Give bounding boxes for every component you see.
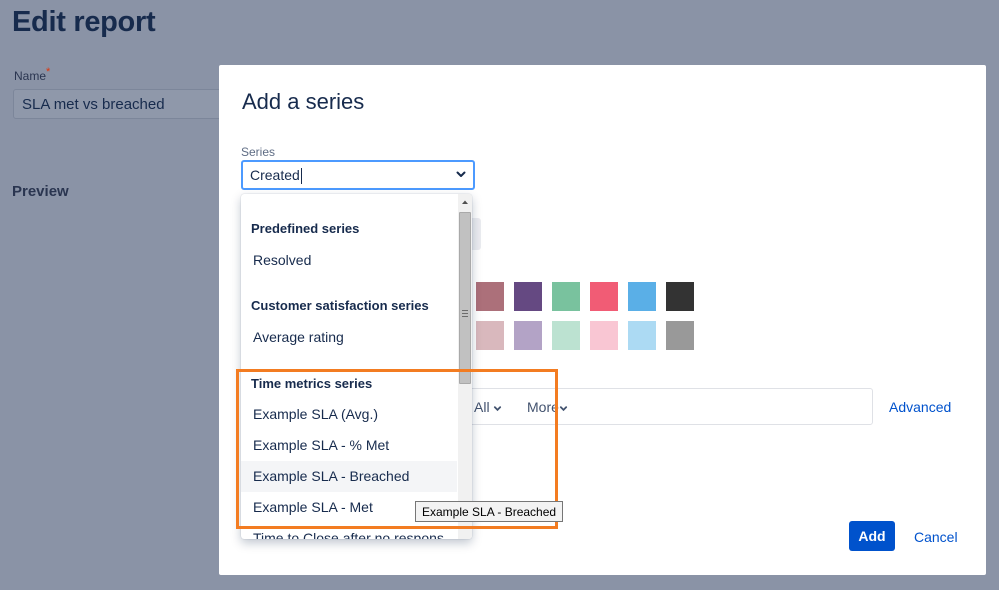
chevron-down-icon — [456, 171, 466, 177]
modal-title: Add a series — [242, 89, 365, 114]
chevron-down-icon — [559, 406, 568, 411]
option-average-rating[interactable]: Average rating — [241, 322, 457, 353]
color-swatch[interactable] — [628, 282, 656, 311]
grip-icon — [462, 310, 468, 319]
cancel-link[interactable]: Cancel — [914, 529, 958, 545]
option-resolved[interactable]: Resolved — [241, 245, 457, 276]
scroll-thumb[interactable] — [459, 212, 471, 384]
tooltip: Example SLA - Breached — [415, 501, 564, 522]
color-swatch[interactable] — [476, 282, 504, 311]
color-swatch[interactable] — [590, 321, 618, 350]
color-swatch[interactable] — [552, 282, 580, 311]
name-label-text: Name — [14, 69, 47, 83]
add-button[interactable]: Add — [849, 521, 895, 551]
name-label: Name* — [14, 66, 51, 83]
series-select-value: Created — [250, 167, 300, 183]
advanced-link[interactable]: Advanced — [889, 399, 951, 415]
required-mark: * — [46, 66, 51, 78]
text-cursor — [300, 168, 302, 185]
group-header-customer-satisfaction: Customer satisfaction series — [251, 298, 429, 313]
color-swatch[interactable] — [514, 321, 542, 350]
series-label: Series — [241, 145, 276, 159]
name-input[interactable]: SLA met vs breached — [13, 89, 253, 119]
series-select[interactable]: Created — [241, 160, 475, 190]
preview-heading: Preview — [12, 183, 69, 200]
color-swatch[interactable] — [666, 321, 694, 350]
color-swatch[interactable] — [552, 321, 580, 350]
scroll-up-arrow-icon[interactable] — [458, 196, 472, 208]
color-swatch[interactable] — [514, 282, 542, 311]
color-swatch[interactable] — [666, 282, 694, 311]
page-title: Edit report — [12, 6, 156, 38]
group-header-predefined: Predefined series — [251, 221, 360, 236]
color-swatch[interactable] — [628, 321, 656, 350]
color-swatch[interactable] — [590, 282, 618, 311]
color-swatch[interactable] — [476, 321, 504, 350]
